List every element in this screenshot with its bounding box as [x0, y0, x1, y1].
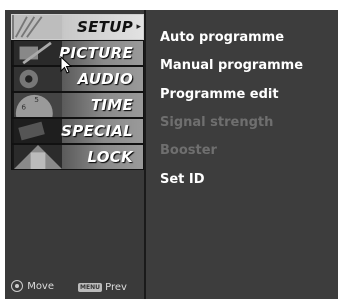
audio-icon [14, 67, 62, 91]
tv-menu-screen: SETUP ▸ PICTURE AUDIO 6 5 TIME SPECIAL L… [0, 0, 338, 299]
menu-item-programme-edit[interactable]: Programme edit [160, 87, 279, 102]
setup-icon [14, 15, 62, 39]
tab-setup[interactable]: SETUP ▸ [11, 14, 144, 40]
tab-label: SETUP [77, 18, 133, 36]
sidebar: SETUP ▸ PICTURE AUDIO 6 5 TIME SPECIAL L… [5, 10, 146, 299]
lock-icon [14, 145, 62, 169]
tab-special[interactable]: SPECIAL [11, 118, 144, 144]
svg-text:5: 5 [34, 95, 39, 104]
tab-time[interactable]: 6 5 TIME [11, 92, 144, 118]
picture-icon [14, 41, 62, 65]
tab-picture[interactable]: PICTURE [11, 40, 144, 66]
mouse-pointer-icon [60, 56, 73, 74]
chevron-right-icon: ▸ [136, 22, 141, 32]
tab-label: TIME [90, 96, 133, 114]
move-hint-label: Move [27, 281, 55, 292]
menu-item-set-id[interactable]: Set ID [160, 172, 205, 187]
menu-item-booster: Booster [160, 143, 217, 158]
tab-lock[interactable]: LOCK [11, 144, 144, 170]
tab-label: SPECIAL [61, 122, 133, 140]
time-icon: 6 5 [14, 93, 62, 117]
navigation-icon [11, 280, 23, 292]
tab-audio[interactable]: AUDIO [11, 66, 144, 92]
menu-key-icon: MENU [78, 282, 102, 292]
tab-label: LOCK [87, 148, 133, 166]
menu-item-signal-strength: Signal strength [160, 115, 274, 130]
prev-hint: MENU Prev [78, 282, 127, 293]
move-hint: Move [10, 279, 54, 293]
special-icon [14, 119, 62, 143]
menu-item-manual-programme[interactable]: Manual programme [160, 58, 303, 73]
submenu-panel: Auto programme Manual programme Programm… [146, 10, 338, 299]
menu-item-auto-programme[interactable]: Auto programme [160, 30, 284, 45]
svg-text:6: 6 [21, 103, 26, 112]
tab-label: AUDIO [77, 70, 133, 88]
prev-hint-label: Prev [105, 282, 127, 293]
